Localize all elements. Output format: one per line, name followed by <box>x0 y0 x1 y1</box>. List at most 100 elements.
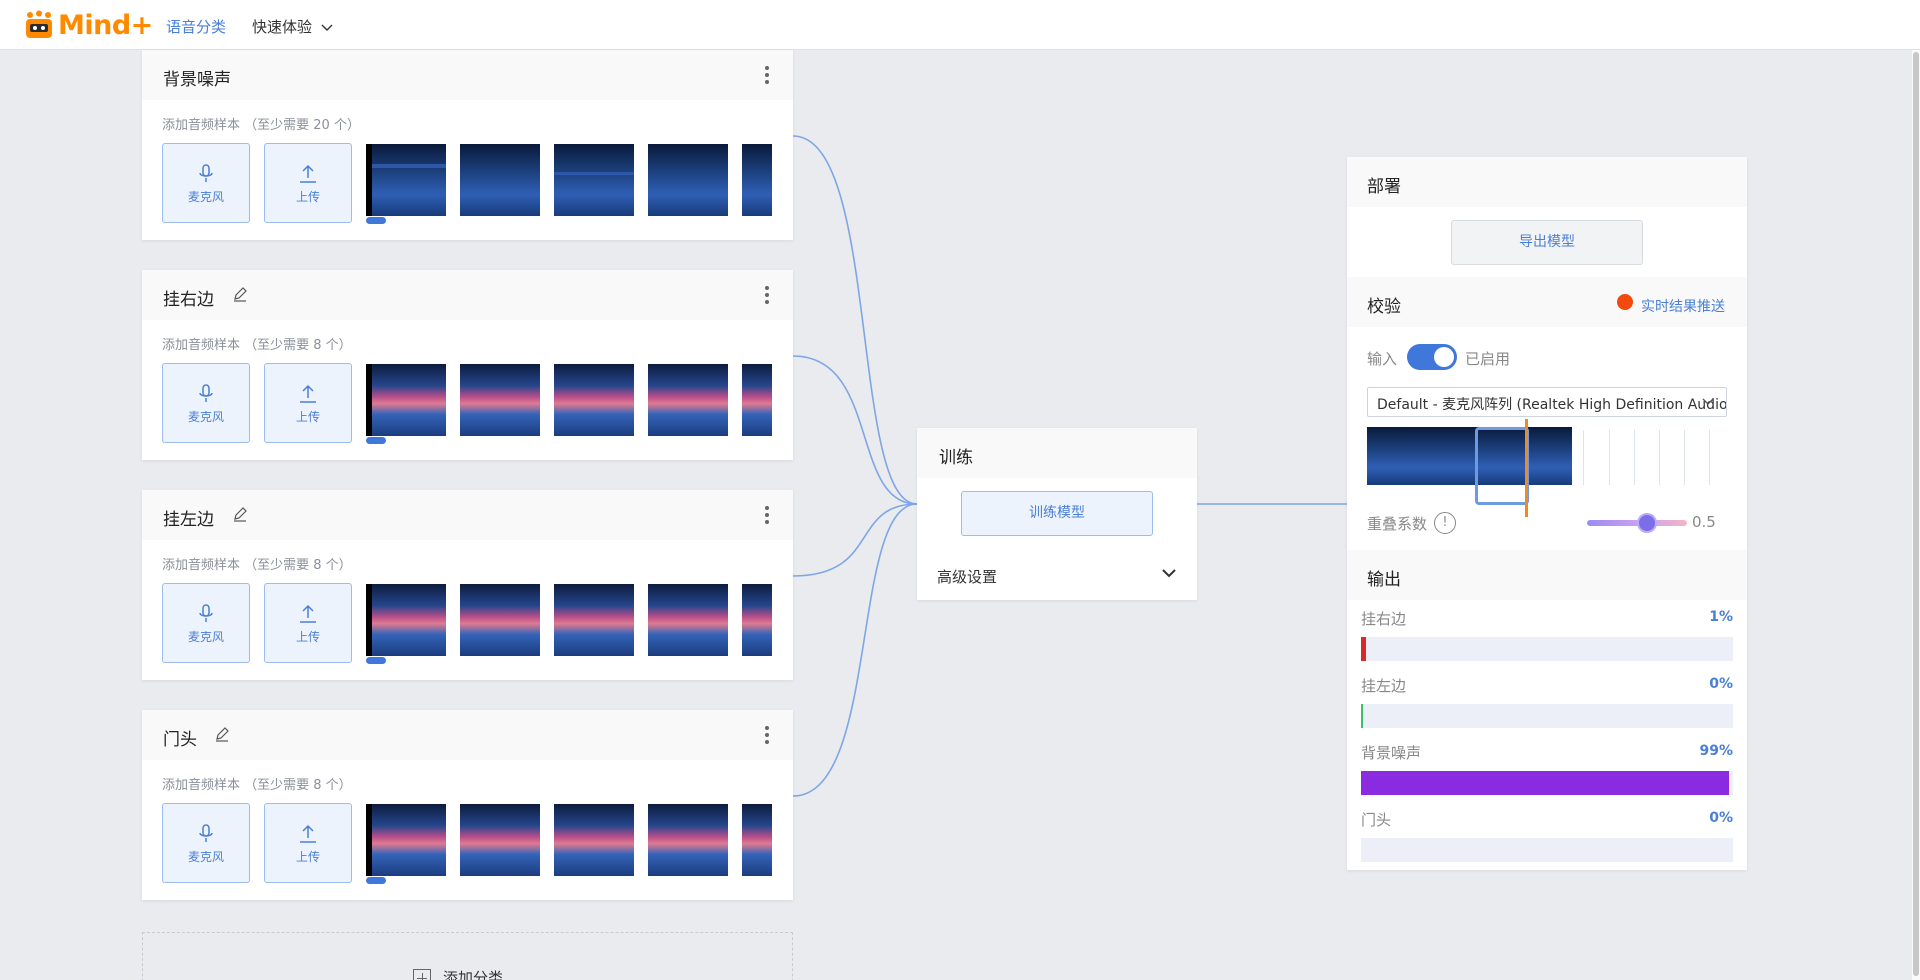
audio-sample-spectrogram[interactable] <box>648 804 728 876</box>
train-model-button[interactable]: 训练模型 <box>961 491 1153 536</box>
chevron-down-icon <box>1702 398 1714 405</box>
upload-icon <box>300 164 316 183</box>
audio-sample-spectrogram[interactable] <box>554 584 634 656</box>
class-card-header: 门头 <box>142 710 793 760</box>
audio-sample-spectrogram[interactable] <box>742 584 772 656</box>
more-vertical-icon[interactable] <box>765 286 769 307</box>
audio-sample-spectrogram[interactable] <box>460 364 540 436</box>
output-bar-track <box>1361 704 1733 728</box>
output-header: 输出 <box>1347 550 1747 600</box>
audio-sample-spectrogram[interactable] <box>366 144 446 216</box>
upload-button[interactable]: 上传 <box>264 143 352 223</box>
audio-sample-spectrogram[interactable] <box>742 804 772 876</box>
overlap-label: 重叠系数 <box>1367 515 1428 533</box>
upload-button[interactable]: 上传 <box>264 583 352 663</box>
class-card-hang-right: 挂右边 添加音频样本 （至少需要 8 个） 麦克风 上传 <box>142 270 793 460</box>
upload-button-label: 上传 <box>295 850 320 864</box>
sample-progress-indicator <box>366 877 386 884</box>
audio-sample-spectrogram[interactable] <box>460 584 540 656</box>
timeline-tick <box>1659 430 1660 485</box>
training-card: 训练 训练模型 高级设置 <box>917 428 1197 600</box>
mic-button-label: 麦克风 <box>187 630 224 644</box>
add-class-button[interactable]: 添加分类 <box>142 932 793 980</box>
mic-record-button[interactable]: 麦克风 <box>162 583 250 663</box>
audio-sample-spectrogram[interactable] <box>554 804 634 876</box>
class-card-hang-left: 挂左边 添加音频样本 （至少需要 8 个） 麦克风 上传 <box>142 490 793 680</box>
output-bar-track <box>1361 771 1733 795</box>
mic-button-label: 麦克风 <box>187 190 224 204</box>
more-vertical-icon[interactable] <box>765 506 769 527</box>
output-label: 挂右边 <box>1361 610 1407 628</box>
mic-record-button[interactable]: 麦克风 <box>162 143 250 223</box>
audio-sample-spectrogram[interactable] <box>742 364 772 436</box>
mic-record-button[interactable]: 麦克风 <box>162 803 250 883</box>
add-class-label: 添加分类 <box>443 969 504 980</box>
deploy-panel: 部署 导出模型 校验 实时结果推送 输入 已启用 Default - 麦克风阵列… <box>1347 157 1747 870</box>
upload-button-label: 上传 <box>295 410 320 424</box>
upload-button[interactable]: 上传 <box>264 363 352 443</box>
deploy-header: 部署 <box>1347 157 1747 207</box>
class-card-door-head: 门头 添加音频样本 （至少需要 8 个） 麦克风 上传 <box>142 710 793 900</box>
mic-record-button[interactable]: 麦克风 <box>162 363 250 443</box>
deploy-title: 部署 <box>1367 177 1401 197</box>
timeline-tick <box>1583 430 1584 485</box>
class-title: 挂左边 <box>163 510 214 530</box>
analysis-window <box>1475 427 1529 505</box>
overlap-value: 0.5 <box>1692 513 1716 531</box>
info-icon[interactable]: ! <box>1434 512 1456 534</box>
microphone-icon <box>199 384 213 402</box>
class-card-header: 挂右边 <box>142 270 793 320</box>
pencil-icon[interactable] <box>232 506 248 522</box>
output-bar-track <box>1361 637 1733 661</box>
pencil-icon[interactable] <box>214 726 230 742</box>
output-label: 挂左边 <box>1361 677 1407 695</box>
overlap-slider-handle[interactable] <box>1637 513 1657 533</box>
class-hint: 添加音频样本 （至少需要 8 个） <box>162 778 352 793</box>
plus-icon <box>413 968 431 980</box>
audio-sample-spectrogram[interactable] <box>742 144 772 216</box>
output-value: 0% <box>1709 810 1733 826</box>
training-title: 训练 <box>939 448 973 468</box>
realtime-push-link[interactable]: 实时结果推送 <box>1641 296 1725 316</box>
class-hint: 添加音频样本 （至少需要 20 个） <box>162 118 360 133</box>
upload-button[interactable]: 上传 <box>264 803 352 883</box>
upload-button-label: 上传 <box>295 190 320 204</box>
audio-sample-spectrogram[interactable] <box>554 144 634 216</box>
output-bar-fill <box>1361 771 1730 795</box>
input-enabled-text: 已启用 <box>1465 350 1511 368</box>
audio-sample-spectrogram[interactable] <box>648 364 728 436</box>
audio-sample-spectrogram[interactable] <box>366 584 446 656</box>
more-vertical-icon[interactable] <box>765 726 769 747</box>
upload-icon <box>300 604 316 623</box>
class-title: 挂右边 <box>163 290 214 310</box>
audio-sample-spectrogram[interactable] <box>460 804 540 876</box>
sample-progress-indicator <box>366 657 386 664</box>
scrollbar-thumb[interactable] <box>1913 52 1919 976</box>
audio-sample-spectrogram[interactable] <box>554 364 634 436</box>
timeline-tick <box>1634 430 1635 485</box>
live-spectrogram <box>1367 427 1572 485</box>
audio-sample-spectrogram[interactable] <box>648 584 728 656</box>
microphone-icon <box>199 164 213 182</box>
audio-sample-spectrogram[interactable] <box>366 804 446 876</box>
more-vertical-icon[interactable] <box>765 66 769 87</box>
audio-sample-spectrogram[interactable] <box>460 144 540 216</box>
input-toggle[interactable] <box>1407 344 1457 370</box>
input-device-select[interactable]: Default - 麦克风阵列 (Realtek High Definition… <box>1367 387 1727 417</box>
class-card-header: 挂左边 <box>142 490 793 540</box>
class-card-background-noise: 背景噪声 添加音频样本 （至少需要 20 个） 麦克风 上传 <box>142 50 793 240</box>
timeline-tick <box>1609 430 1610 485</box>
class-title: 背景噪声 <box>163 70 231 90</box>
mic-button-label: 麦克风 <box>187 410 224 424</box>
audio-sample-spectrogram[interactable] <box>648 144 728 216</box>
class-title: 门头 <box>163 730 197 750</box>
chevron-down-icon[interactable] <box>1161 568 1177 578</box>
audio-sample-spectrogram[interactable] <box>366 364 446 436</box>
output-bar-track <box>1361 838 1733 862</box>
class-card-header: 背景噪声 <box>142 50 793 100</box>
sample-progress-indicator <box>366 217 386 224</box>
advanced-settings-toggle[interactable]: 高级设置 <box>937 566 997 587</box>
pencil-icon[interactable] <box>232 286 248 302</box>
export-model-button[interactable]: 导出模型 <box>1451 220 1643 265</box>
input-device-value: Default - 麦克风阵列 (Realtek High Definition… <box>1377 397 1727 413</box>
